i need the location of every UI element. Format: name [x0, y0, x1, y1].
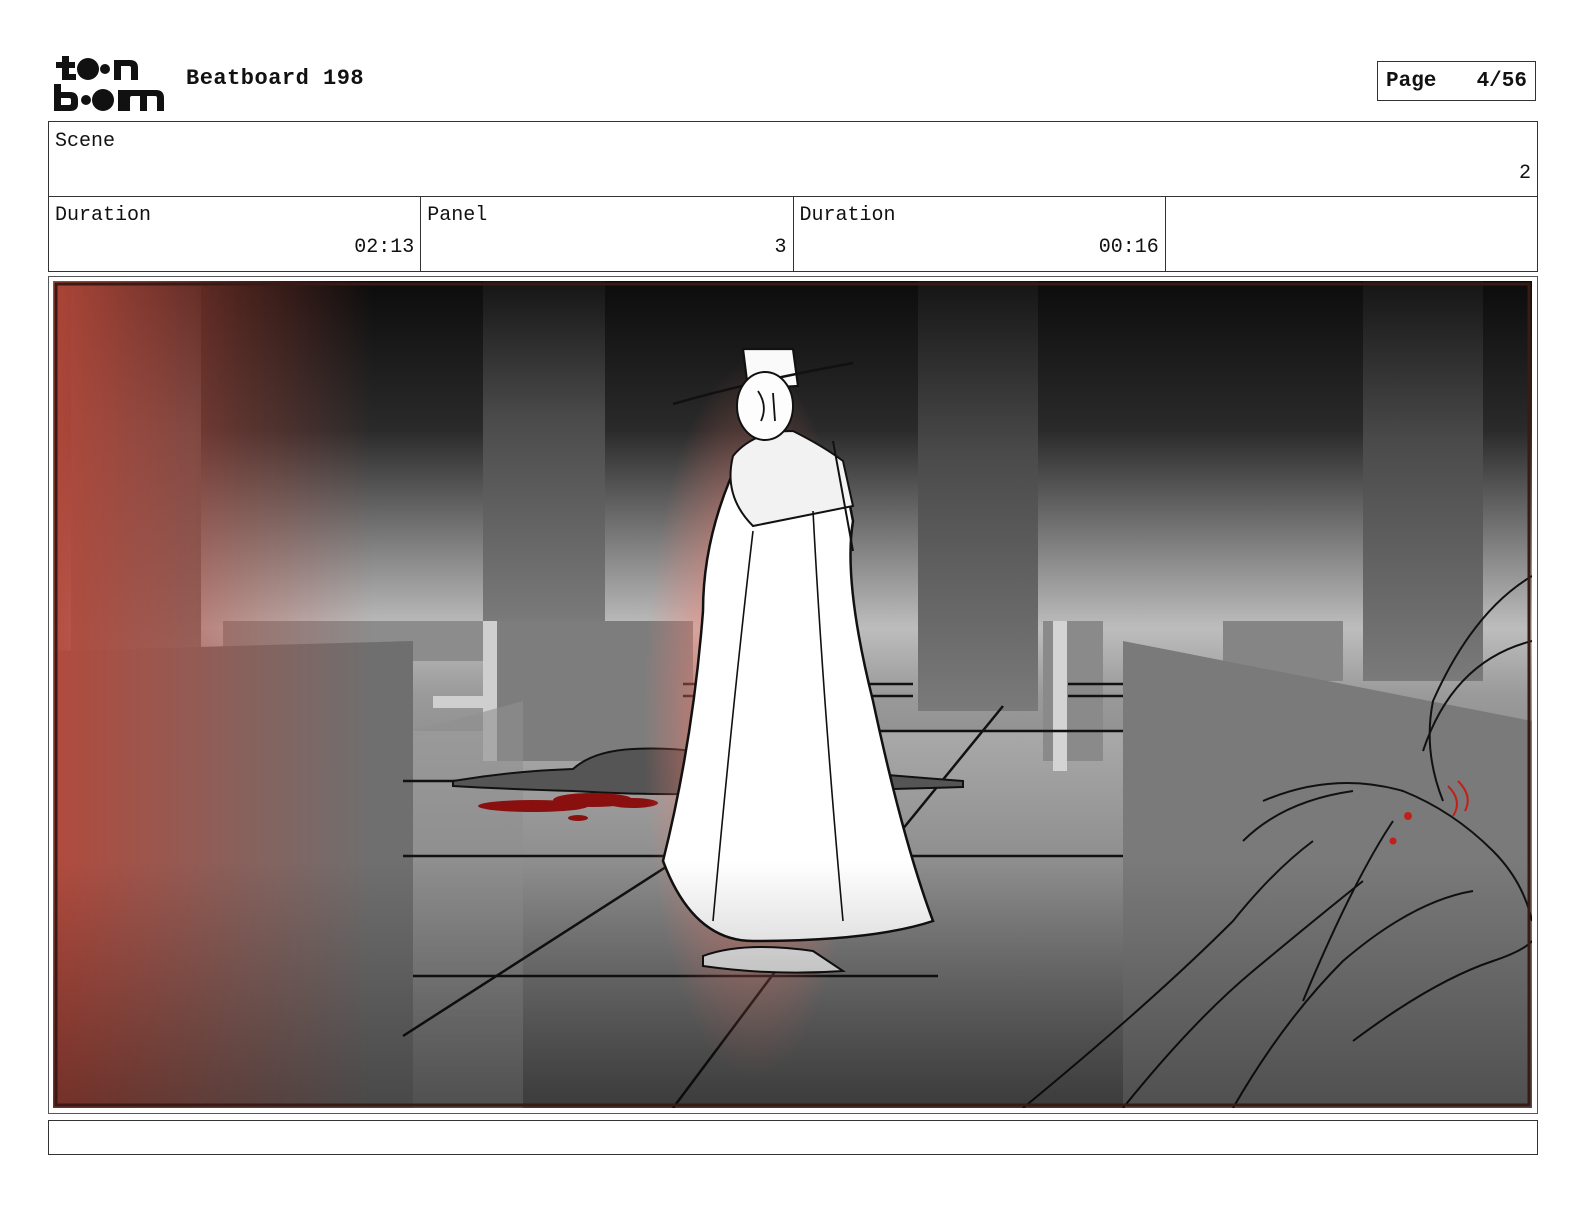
storyboard-title: Beatboard 198	[186, 66, 365, 91]
panel-info-table: Scene 2 Duration 02:13 Panel 3 Duration …	[48, 121, 1538, 272]
scene-duration-label: Duration	[55, 204, 152, 227]
caption-box	[48, 1120, 1538, 1155]
scene-row: Scene 2	[49, 122, 1537, 197]
panel-artwork	[53, 281, 1532, 1108]
empty-info-cell	[1166, 196, 1537, 271]
page-number: 4/56	[1476, 69, 1527, 93]
panel-duration-label: Duration	[799, 204, 896, 227]
page-label: Page	[1386, 69, 1437, 93]
panel-label: Panel	[427, 204, 488, 227]
scene-duration-cell: Duration 02:13	[49, 196, 422, 271]
scene-value: 2	[1518, 162, 1531, 185]
panel-frame	[48, 276, 1538, 1114]
scene-label: Scene	[55, 130, 116, 153]
panel-duration-value: 00:16	[1098, 236, 1159, 259]
panel-number-cell: Panel 3	[421, 196, 794, 271]
scene-duration-value: 02:13	[354, 236, 415, 259]
panel-duration-cell: Duration 00:16	[794, 196, 1166, 271]
page-indicator: Page 4/56	[1377, 61, 1536, 101]
panel-number-value: 3	[774, 236, 787, 259]
toon-boom-logo	[52, 52, 164, 112]
detail-row: Duration 02:13 Panel 3 Duration 00:16	[49, 196, 1537, 271]
